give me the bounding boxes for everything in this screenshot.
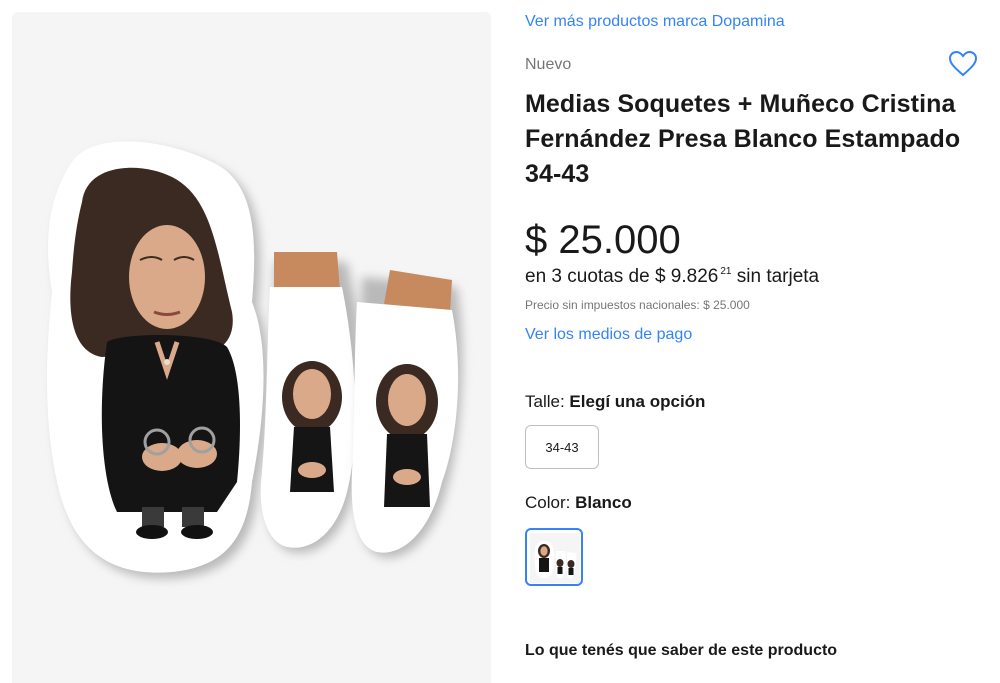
product-title: Medias Soquetes + Muñeco Cristina Fernán…	[525, 90, 961, 188]
heart-outline-icon[interactable]	[947, 48, 979, 80]
product-image	[47, 141, 463, 579]
payment-methods-link[interactable]: Ver los medios de pago	[525, 326, 692, 344]
installments-amount: $ 9.826	[654, 266, 719, 287]
product-price: $ 25.000	[525, 218, 681, 262]
size-label: Talle: Elegí una opción	[525, 392, 705, 412]
color-thumbnail-image	[530, 533, 580, 583]
condition-label: Nuevo	[525, 56, 572, 73]
installments-cents: 21	[720, 266, 732, 277]
product-details-heading: Lo que tenés que saber de este producto	[525, 642, 838, 659]
size-option-34-43[interactable]: 34-43	[525, 425, 599, 469]
size-selected-value: Elegí una opción	[569, 392, 706, 411]
brand-link[interactable]: Ver más productos marca Dopamina	[525, 13, 785, 31]
installments-prefix: en 3 cuotas de	[525, 266, 650, 287]
installments-info: en 3 cuotas de $ 9.826 21 sin tarjeta	[525, 266, 819, 288]
tax-note: Precio sin impuestos nacionales: $ 25.00…	[525, 298, 750, 312]
color-label: Color: Blanco	[525, 493, 632, 513]
product-image-gallery[interactable]	[12, 12, 491, 683]
color-selected-value: Blanco	[575, 493, 632, 512]
color-label-text: Color:	[525, 493, 571, 512]
color-option-blanco[interactable]	[525, 528, 583, 586]
installments-suffix: sin tarjeta	[736, 266, 820, 287]
size-label-text: Talle:	[525, 392, 565, 411]
